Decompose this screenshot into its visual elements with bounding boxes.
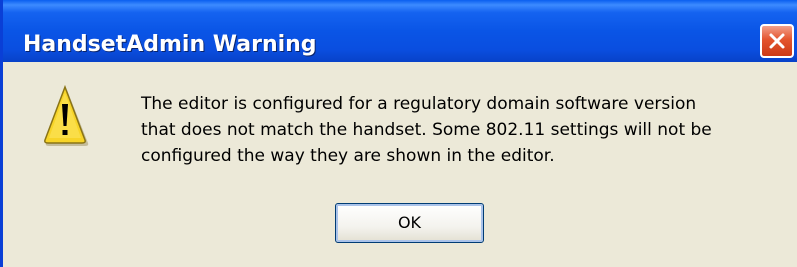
- ok-button-label: OK: [397, 213, 422, 232]
- window-title: HandsetAdmin Warning: [23, 32, 317, 57]
- ok-button[interactable]: OK: [335, 203, 484, 243]
- message-line: that does not match the handset. Some 80…: [141, 120, 712, 140]
- title-bar[interactable]: HandsetAdmin Warning: [3, 0, 797, 62]
- close-icon: [769, 33, 785, 49]
- close-button[interactable]: [760, 24, 794, 58]
- message-line: configured the way they are shown in the…: [141, 146, 555, 166]
- message-line: The editor is configured for a regulator…: [141, 94, 697, 114]
- warning-message: The editor is configured for a regulator…: [141, 91, 791, 169]
- warning-dialog: HandsetAdmin Warning The editor is confi…: [0, 0, 797, 267]
- warning-icon: [44, 84, 89, 146]
